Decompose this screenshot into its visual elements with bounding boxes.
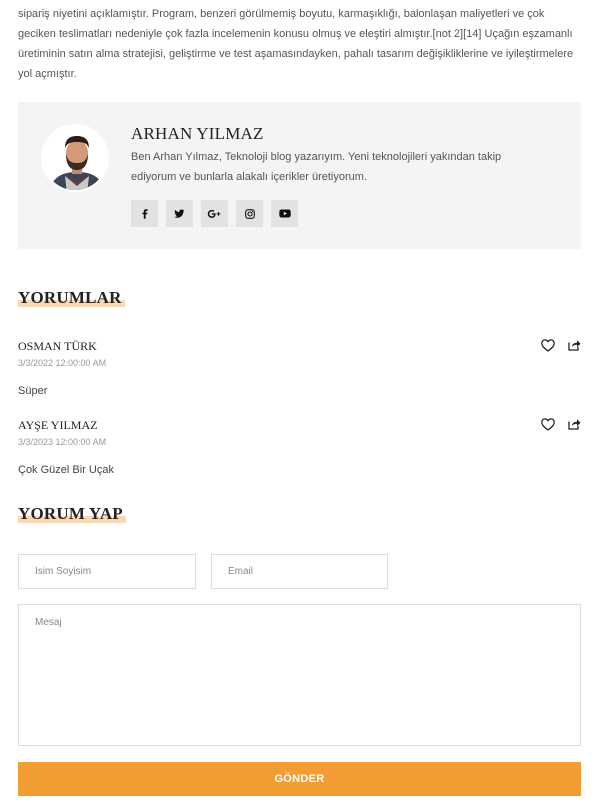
share-icon[interactable] (568, 418, 581, 430)
comment-item: AYŞE YILMAZ 3/3/2023 12:00:00 AM Çok Güz… (18, 418, 581, 476)
heart-icon[interactable] (541, 339, 555, 352)
comment-text: Çok Güzel Bir Uçak (18, 464, 114, 476)
comment-form-title: YORUM YAP (18, 504, 126, 524)
facebook-link[interactable] (131, 200, 158, 227)
comments-title: YORUMLAR (18, 288, 125, 308)
comment-date: 3/3/2023 12:00:00 AM (18, 437, 107, 447)
name-input[interactable] (18, 554, 196, 589)
article-paragraph: sipariş niyetini açıklamıştır. Program, … (18, 8, 574, 80)
youtube-icon (278, 209, 291, 218)
facebook-icon (142, 208, 147, 219)
author-avatar (41, 124, 109, 192)
share-icon[interactable] (568, 339, 581, 351)
twitter-link[interactable] (166, 200, 193, 227)
comment-actions (541, 339, 581, 352)
youtube-link[interactable] (271, 200, 298, 227)
google-plus-link[interactable] (201, 200, 228, 227)
comment-actions (541, 418, 581, 431)
instagram-icon (244, 208, 255, 219)
author-box: ARHAN YILMAZ Ben Arhan Yılmaz, Teknoloji… (18, 102, 581, 249)
heart-icon[interactable] (541, 418, 555, 431)
comment-author: OSMAN TÜRK (18, 339, 97, 353)
instagram-link[interactable] (236, 200, 263, 227)
author-bio: Ben Arhan Yılmaz, Teknoloji blog yazarıy… (131, 151, 502, 183)
twitter-icon (174, 209, 185, 218)
submit-button[interactable]: GÖNDER (18, 762, 581, 796)
author-name: ARHAN YILMAZ (131, 124, 264, 143)
message-textarea[interactable] (18, 604, 581, 746)
google-plus-icon (207, 209, 221, 218)
social-links (131, 200, 298, 227)
comment-text: Süper (18, 385, 48, 397)
email-input[interactable] (211, 554, 388, 589)
comment-item: OSMAN TÜRK 3/3/2022 12:00:00 AM Süper (18, 339, 581, 397)
comment-date: 3/3/2022 12:00:00 AM (18, 358, 107, 368)
comment-author: AYŞE YILMAZ (18, 418, 98, 432)
